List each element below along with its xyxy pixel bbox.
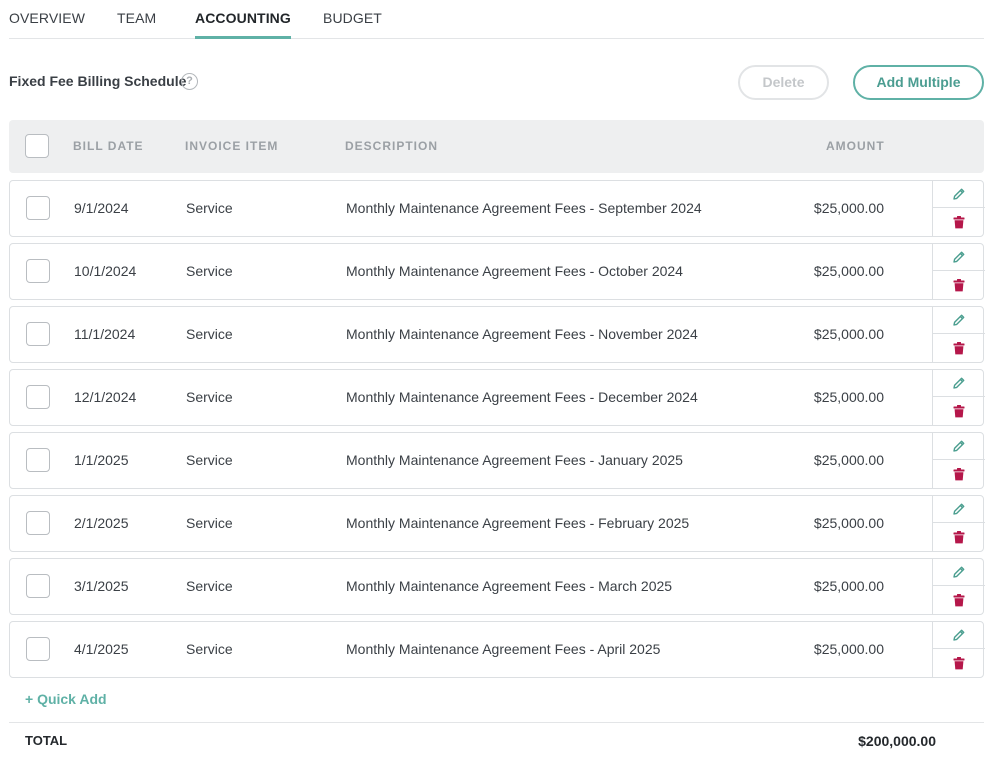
trash-icon[interactable] <box>933 335 985 362</box>
table-row: 11/1/2024 Service Monthly Maintenance Agre… <box>9 306 985 363</box>
description-cell: Monthly Maintenance Agreement Fees - Nov… <box>346 326 698 342</box>
trash-icon[interactable] <box>933 650 985 677</box>
tab-overview[interactable]: OVERVIEW <box>9 10 85 39</box>
tab-team[interactable]: TEAM <box>117 10 156 39</box>
quick-add-link[interactable]: + Quick Add <box>25 691 107 707</box>
tab-bar: OVERVIEW TEAM ACCOUNTING BUDGET <box>9 0 984 39</box>
row-actions <box>932 433 985 488</box>
column-header-invoice-item[interactable]: INVOICE ITEM <box>185 139 278 153</box>
row-actions <box>932 559 985 614</box>
row-actions <box>932 244 985 299</box>
row-checkbox[interactable] <box>26 385 50 409</box>
bill-date-cell: 4/1/2025 <box>74 641 129 657</box>
trash-icon[interactable] <box>933 272 985 299</box>
pencil-icon[interactable] <box>933 307 985 334</box>
description-cell: Monthly Maintenance Agreement Fees - Jan… <box>346 452 683 468</box>
table-row: 4/1/2025 Service Monthly Maintenance Agree… <box>9 621 985 678</box>
invoice-item-cell: Service <box>186 578 233 594</box>
invoice-item-cell: Service <box>186 326 233 342</box>
section-title: Fixed Fee Billing Schedule <box>9 73 187 89</box>
row-checkbox[interactable] <box>26 637 50 661</box>
bill-date-cell: 10/1/2024 <box>74 263 137 279</box>
trash-icon[interactable] <box>933 524 985 551</box>
row-checkbox[interactable] <box>26 259 50 283</box>
table-row: 2/1/2025 Service Monthly Maintenance Agree… <box>9 495 985 552</box>
select-all-checkbox[interactable] <box>25 134 49 158</box>
description-cell: Monthly Maintenance Agreement Fees - Sep… <box>346 200 702 216</box>
row-actions <box>932 181 985 236</box>
invoice-item-cell: Service <box>186 641 233 657</box>
invoice-item-cell: Service <box>186 263 233 279</box>
tab-accounting[interactable]: ACCOUNTING <box>195 10 291 39</box>
table-row: 9/1/2024 Service Monthly Maintenance Agree… <box>9 180 985 237</box>
bill-date-cell: 1/1/2025 <box>74 452 129 468</box>
pencil-icon[interactable] <box>933 622 985 649</box>
bill-date-cell: 9/1/2024 <box>74 200 129 216</box>
bill-date-cell: 2/1/2025 <box>74 515 129 531</box>
description-cell: Monthly Maintenance Agreement Fees - Apr… <box>346 641 661 657</box>
row-actions <box>932 370 985 425</box>
invoice-item-cell: Service <box>186 389 233 405</box>
trash-icon[interactable] <box>933 461 985 488</box>
divider <box>9 722 984 723</box>
table-row: 10/1/2024 Service Monthly Maintenance Agre… <box>9 243 985 300</box>
invoice-item-cell: Service <box>186 452 233 468</box>
row-checkbox[interactable] <box>26 511 50 535</box>
help-icon[interactable]: ? <box>181 73 198 90</box>
bill-date-cell: 3/1/2025 <box>74 578 129 594</box>
total-label: TOTAL <box>25 733 68 748</box>
bill-date-cell: 12/1/2024 <box>74 389 137 405</box>
pencil-icon[interactable] <box>933 181 985 208</box>
invoice-item-cell: Service <box>186 515 233 531</box>
row-checkbox[interactable] <box>26 322 50 346</box>
pencil-icon[interactable] <box>933 370 985 397</box>
trash-icon[interactable] <box>933 587 985 614</box>
trash-icon[interactable] <box>933 398 985 425</box>
amount-cell: $25,000.00 <box>813 452 884 468</box>
pencil-icon[interactable] <box>933 433 985 460</box>
amount-cell: $25,000.00 <box>813 200 884 216</box>
bill-date-cell: 11/1/2024 <box>74 326 136 342</box>
pencil-icon[interactable] <box>933 559 985 586</box>
table-row: 3/1/2025 Service Monthly Maintenance Agree… <box>9 558 985 615</box>
column-header-bill-date[interactable]: BILL DATE <box>73 139 144 153</box>
pencil-icon[interactable] <box>933 244 985 271</box>
invoice-item-cell: Service <box>186 200 233 216</box>
row-actions <box>932 622 985 677</box>
description-cell: Monthly Maintenance Agreement Fees - Dec… <box>346 389 698 405</box>
add-multiple-button[interactable]: Add Multiple <box>853 65 984 100</box>
delete-button[interactable]: Delete <box>738 65 829 100</box>
total-value: $200,000.00 <box>858 733 936 749</box>
pencil-icon[interactable] <box>933 496 985 523</box>
amount-cell: $25,000.00 <box>813 263 884 279</box>
amount-cell: $25,000.00 <box>813 326 884 342</box>
table-header: BILL DATE INVOICE ITEM DESCRIPTION AMOUN… <box>9 120 984 173</box>
amount-cell: $25,000.00 <box>813 515 884 531</box>
row-actions <box>932 496 985 551</box>
trash-icon[interactable] <box>933 209 985 236</box>
amount-cell: $25,000.00 <box>813 389 884 405</box>
column-header-amount[interactable]: AMOUNT <box>826 139 885 153</box>
row-checkbox[interactable] <box>26 196 50 220</box>
column-header-description[interactable]: DESCRIPTION <box>345 139 438 153</box>
tab-budget[interactable]: BUDGET <box>323 10 382 39</box>
table-row: 12/1/2024 Service Monthly Maintenance Agre… <box>9 369 985 426</box>
row-checkbox[interactable] <box>26 574 50 598</box>
row-checkbox[interactable] <box>26 448 50 472</box>
table-row: 1/1/2025 Service Monthly Maintenance Agree… <box>9 432 985 489</box>
row-actions <box>932 307 985 362</box>
amount-cell: $25,000.00 <box>813 641 884 657</box>
amount-cell: $25,000.00 <box>813 578 884 594</box>
description-cell: Monthly Maintenance Agreement Fees - Feb… <box>346 515 690 531</box>
description-cell: Monthly Maintenance Agreement Fees - Mar… <box>346 578 673 594</box>
description-cell: Monthly Maintenance Agreement Fees - Oct… <box>346 263 683 279</box>
